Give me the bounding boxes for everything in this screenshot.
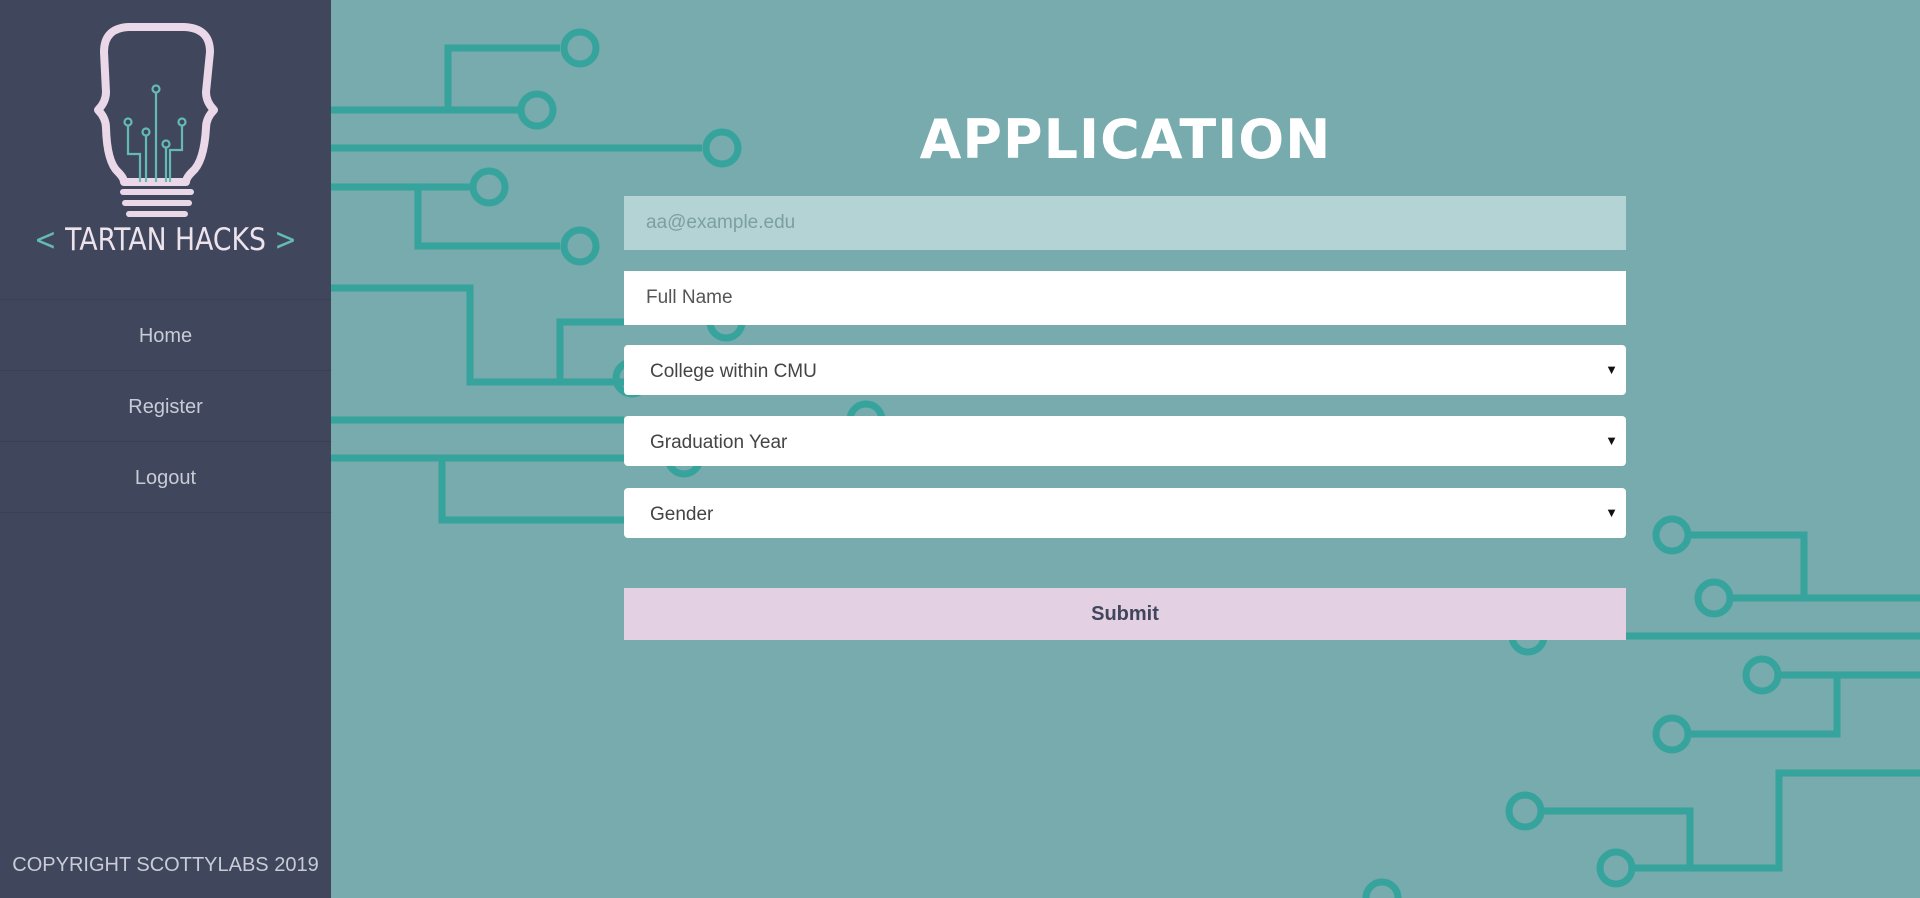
full-name-input[interactable]: [624, 271, 1626, 325]
chevron-down-icon: ▼: [1605, 433, 1618, 448]
college-select-value: College within CMU: [650, 361, 817, 382]
brand-name: TARTAN HACKS: [65, 222, 266, 258]
brand-close-bracket: >: [274, 222, 297, 258]
page-title: APPLICATION: [919, 108, 1332, 171]
sidebar-item-register[interactable]: Register: [0, 370, 331, 441]
gender-select[interactable]: Gender ▼: [624, 488, 1626, 538]
brand-wordmark: < TARTAN HACKS >: [23, 222, 308, 258]
sidebar-item-home[interactable]: Home: [0, 299, 331, 370]
sidebar-nav: Home Register Logout: [0, 299, 331, 513]
chevron-down-icon: ▼: [1605, 362, 1618, 377]
sidebar: < TARTAN HACKS > Home Register Logout CO…: [0, 0, 331, 898]
copyright-text: COPYRIGHT SCOTTYLABS 2019: [12, 854, 319, 876]
logo[interactable]: < TARTAN HACKS >: [0, 0, 331, 300]
sidebar-item-logout[interactable]: Logout: [0, 441, 331, 513]
submit-button[interactable]: Submit: [624, 588, 1626, 640]
brand-open-bracket: <: [34, 222, 57, 258]
gender-select-value: Gender: [650, 504, 714, 525]
college-select[interactable]: College within CMU ▼: [624, 345, 1626, 395]
chevron-down-icon: ▼: [1605, 505, 1618, 520]
lightbulb-logo-icon: [94, 23, 218, 217]
graduation-year-select[interactable]: Graduation Year ▼: [624, 416, 1626, 466]
graduation-year-select-value: Graduation Year: [650, 432, 788, 453]
email-input[interactable]: [624, 196, 1626, 250]
